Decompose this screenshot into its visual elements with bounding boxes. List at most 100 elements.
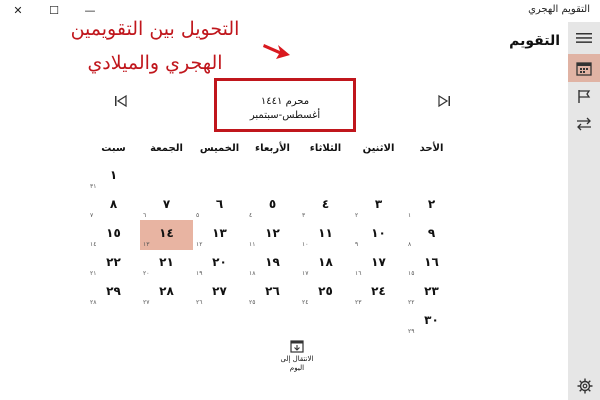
hijri-day-number: ٥ (268, 197, 277, 211)
next-month-button[interactable] (436, 93, 452, 108)
hijri-day-number: ٧ (162, 197, 171, 211)
hijri-day-number: ١٥ (106, 226, 121, 240)
day-cell[interactable]: ١٢ ١١ (246, 220, 299, 250)
menu-icon (576, 33, 592, 43)
day-cell[interactable]: ٢٩ ٢٨ (87, 278, 140, 308)
hijri-day-number: ١٩ (265, 255, 280, 269)
close-button[interactable]: ✕ (10, 3, 26, 19)
gregorian-day-number: ١١ (249, 241, 256, 248)
gregorian-day-number: ٢٣ (355, 299, 362, 306)
day-cell[interactable]: ٢٣ ٢٢ (405, 278, 458, 308)
gregorian-day-number: ١٢ (196, 241, 203, 248)
gregorian-day-number: ٢٤ (302, 299, 309, 306)
day-cell[interactable]: ٢٤ ٢٣ (352, 278, 405, 308)
day-cell[interactable]: ١٦ ١٥ (405, 249, 458, 279)
day-cell[interactable]: ٤٣ (299, 191, 352, 221)
gear-icon (577, 378, 593, 394)
settings-button[interactable] (577, 378, 593, 398)
gregorian-day-number: ٨ (408, 241, 412, 248)
hijri-day-number: ١١ (318, 226, 333, 240)
hijri-month-label: محرم ١٤٤١ (260, 96, 310, 107)
day-cell[interactable]: ١٠ ٩ (352, 220, 405, 250)
hamburger-menu-button[interactable] (568, 24, 600, 52)
annotation-arrow-icon (263, 44, 290, 59)
day-cell[interactable]: ١١ ١٠ (299, 220, 352, 250)
gregorian-day-number: ٥ (196, 212, 200, 219)
maximize-button[interactable]: ☐ (46, 3, 62, 19)
day-cell[interactable]: ٢٦ ٢٥ (246, 278, 299, 308)
gregorian-day-number: ٢٧ (143, 299, 150, 306)
nav-flag-button[interactable] (568, 82, 600, 110)
month-header[interactable]: محرم ١٤٤١ أغسطس-سبتمبر (214, 78, 356, 132)
gregorian-day-number: ٤ (249, 212, 253, 219)
calendar-icon (576, 61, 592, 76)
gregorian-day-number: ٢٩ (408, 328, 415, 335)
day-cell[interactable]: ٣٠ ٢٩ (405, 307, 458, 337)
day-cell[interactable]: ٥٤ (246, 191, 299, 221)
swap-arrows-icon (577, 117, 591, 131)
day-cell-today[interactable]: ١٤ ١٣ (140, 220, 193, 250)
gregorian-day-number: ٢٨ (90, 299, 97, 306)
hijri-day-number: ٢٢ (106, 255, 121, 269)
hijri-day-number: ١٦ (424, 255, 439, 269)
hijri-day-number: ١ (109, 168, 118, 182)
day-cell[interactable]: ٢٧ ٢٦ (193, 278, 246, 308)
annotation-line-1: التحويل بين التقويمين (70, 18, 240, 40)
hijri-day-number: ٦ (215, 197, 224, 211)
day-cell[interactable]: ٦٥ (193, 191, 246, 221)
day-cell[interactable]: ٢٢ ٢١ (87, 249, 140, 279)
gregorian-day-number: ٢٥ (249, 299, 256, 306)
go-to-today-label-2: اليوم (289, 364, 305, 372)
day-cell[interactable]: ١ ٣١ (87, 162, 140, 192)
day-cell[interactable]: ١٩ ١٨ (246, 249, 299, 279)
day-cell[interactable]: ٢١ ٢٠ (140, 249, 193, 279)
gregorian-day-number: ٦ (143, 212, 147, 219)
gregorian-day-number: ٩ (355, 241, 359, 248)
day-cell[interactable]: ٣٢ (352, 191, 405, 221)
day-cell[interactable]: ٢٥ ٢٤ (299, 278, 352, 308)
day-cell[interactable]: ٩٨ (405, 220, 458, 250)
gregorian-months-label: أغسطس-سبتمبر (249, 110, 321, 121)
hijri-day-number: ١٤ (159, 226, 174, 240)
nav-convert-button[interactable] (568, 110, 600, 138)
go-to-today-label-1: الانتقال إلى (280, 355, 314, 363)
day-cell[interactable]: ١٣ ١٢ (193, 220, 246, 250)
day-cell[interactable]: ١٥ ١٤ (87, 220, 140, 250)
gregorian-day-number: ١٦ (355, 270, 362, 277)
gregorian-day-number: ١٨ (249, 270, 256, 277)
hijri-day-number: ١٧ (371, 255, 386, 269)
day-cell[interactable]: ٢١ (405, 191, 458, 221)
nav-rail (568, 22, 600, 400)
hijri-day-number: ١٨ (318, 255, 333, 269)
day-cell[interactable]: ٧٦ (140, 191, 193, 221)
weekday-label: الأربعاء (255, 143, 290, 154)
calendar-today-icon (290, 340, 304, 353)
gregorian-day-number: ١٩ (196, 270, 203, 277)
hijri-day-number: ١٢ (265, 226, 280, 240)
skip-previous-icon (115, 94, 127, 108)
page-title: التقويم (509, 33, 560, 49)
nav-calendar-button[interactable] (568, 54, 600, 82)
hijri-day-number: ٢٦ (265, 284, 280, 298)
gregorian-day-number: ١٥ (408, 270, 415, 277)
flag-icon (578, 89, 591, 103)
day-cell[interactable]: ٢٠ ١٩ (193, 249, 246, 279)
day-cell[interactable]: ١٨ ١٧ (299, 249, 352, 279)
hijri-day-number: ٣٠ (424, 313, 439, 327)
previous-month-button[interactable] (113, 93, 129, 108)
app-window: ✕ ☐ — التقويم الهجري التحويل بين التقويم… (0, 0, 600, 400)
gregorian-day-number: ٢ (355, 212, 359, 219)
hijri-day-number: ٨ (109, 197, 118, 211)
day-cell[interactable]: ٢٨ ٢٧ (140, 278, 193, 308)
day-cell[interactable]: ١٧ ١٦ (352, 249, 405, 279)
gregorian-day-number: ٢٦ (196, 299, 203, 306)
go-to-today-button[interactable]: الانتقال إلى اليوم (270, 339, 324, 373)
weekday-label: الجمعة (150, 143, 183, 154)
gregorian-day-number: ٢١ (90, 270, 97, 277)
weekday-label: الخميس (199, 143, 240, 154)
gregorian-day-number: ٢٢ (408, 299, 415, 306)
gregorian-day-number: ١٣ (143, 241, 150, 248)
weekday-label: سبت (101, 143, 126, 154)
day-cell[interactable]: ٨٧ (87, 191, 140, 221)
minimize-button[interactable]: — (82, 3, 98, 19)
